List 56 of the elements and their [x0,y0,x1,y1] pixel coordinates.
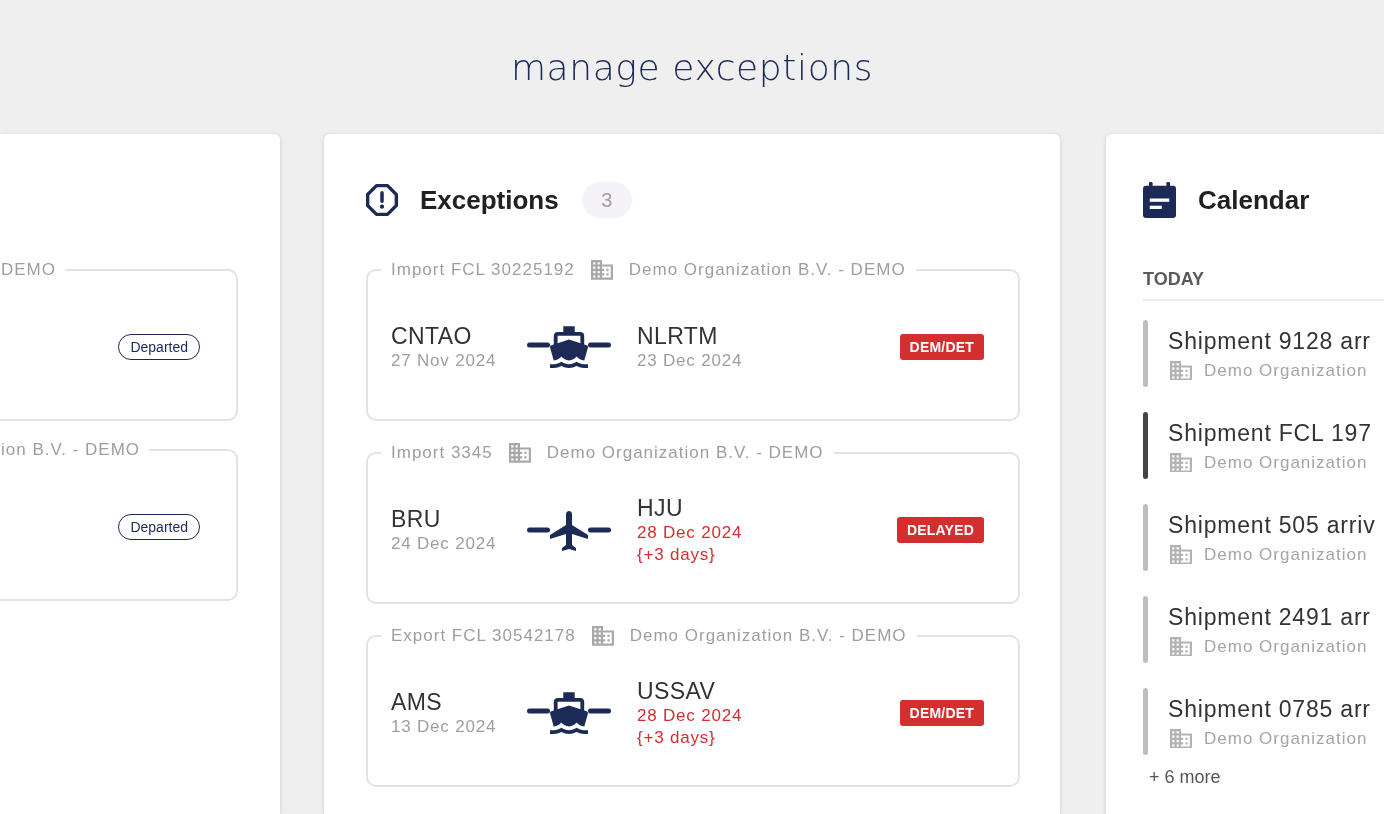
destination-code: HJU [637,493,683,522]
organization-name: Demo Organization B.V. - DEMO [629,626,907,646]
building-icon [1170,452,1192,473]
exception-tag: DEM/DET [899,333,984,360]
shipment-reference: Import FCL 30225192 [391,260,575,280]
count-badge: 3 [581,182,632,218]
organization-name: Demo Organization [1204,452,1368,473]
ship-icon [527,323,611,370]
building-icon [590,260,613,280]
panel-title: Calendar [1198,184,1310,217]
section-heading: TODAY [1143,269,1205,289]
arrival-date: 28 Dec 2024 [637,704,743,727]
organization-name: Demo Organization [1204,636,1368,657]
organization-name: Demo Organization B.V. - DEMO [628,260,906,280]
arrival-date: 23 Dec 2024 [637,349,743,372]
organization-name: Demo Organization B.V. - DEMO [546,443,824,463]
delay-text: {+3 days} [637,543,716,566]
calendar-icon [1143,182,1176,218]
organization-name: ion B.V. - DEMO [1,440,141,460]
exception-card[interactable]: Import 3345 Demo Organization B.V. - DEMO BRU 24 Dec 2024 HJU 28 Dec 2024 {+3 days} DELAYED [366,441,1020,604]
origin-code: AMS [391,687,443,716]
page-title: manage exceptions [510,46,874,90]
shipment-reference: Import 3345 [391,443,493,463]
origin-code: CNTAO [391,321,472,350]
more-events-link[interactable]: + 6 more [1149,767,1221,788]
destination-code: USSAV [637,676,716,705]
building-icon [508,443,531,463]
event-title[interactable]: Shipment 0785 arr [1168,694,1371,723]
exception-tag: DEM/DET [899,699,984,726]
organization-name: Demo Organization [1204,728,1368,749]
shipment-reference: Export FCL 30542178 [391,626,576,646]
organization-name: Demo Organization [1204,544,1368,565]
event-title[interactable]: Shipment 2491 arr [1168,602,1371,631]
building-icon [1170,544,1192,565]
alert-octagon-icon [366,184,398,216]
building-icon [1170,636,1192,657]
exception-tag: DELAYED [897,516,984,543]
building-icon [1170,360,1192,381]
event-title[interactable]: Shipment FCL 197 [1168,418,1372,447]
panel-title: Exceptions [420,184,559,217]
organization-name: Demo Organization [1204,360,1368,381]
origin-code: BRU [391,504,441,533]
departure-date: 27 Nov 2024 [391,349,497,372]
event-title[interactable]: Shipment 505 arriv [1168,510,1376,539]
ship-icon [527,689,611,736]
exception-card[interactable]: Export FCL 30542178 Demo Organization B.V. - DEMO AMS 13 Dec 2024 USSAV 28 Dec 2024 {+3 days} DEM/DET [366,624,1020,787]
organization-name: DEMO [1,260,56,280]
destination-code: NLRTM [637,321,718,350]
building-icon [1170,728,1192,749]
arrival-date: 28 Dec 2024 [637,521,743,544]
building-icon [591,626,614,646]
departure-date: 13 Dec 2024 [391,715,497,738]
exception-card[interactable]: Import FCL 30225192 Demo Organization B.V. - DEMO CNTAO 27 Nov 2024 NLRTM 23 Dec 2024 DEM/DET [366,258,1020,421]
delay-text: {+3 days} [637,726,716,749]
departure-date: 24 Dec 2024 [391,532,497,555]
event-title[interactable]: Shipment 9128 arr [1168,326,1371,355]
